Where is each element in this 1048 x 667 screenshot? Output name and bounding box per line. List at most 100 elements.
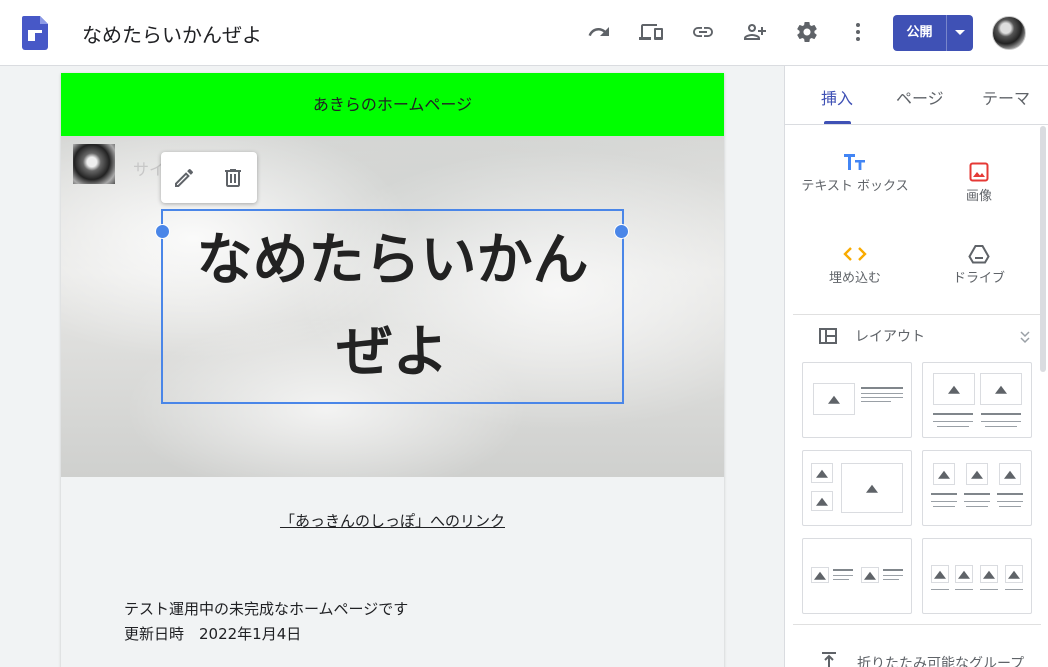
link-icon[interactable]: [691, 20, 715, 44]
layout-line: [1005, 589, 1023, 590]
active-tab-indicator: [824, 121, 851, 124]
layout-line: [955, 589, 973, 590]
layout-image-placeholder: [811, 491, 833, 511]
layout-line: [966, 506, 988, 507]
settings-gear-icon[interactable]: [795, 20, 819, 44]
layout-image-placeholder: [966, 463, 988, 485]
insert-drive[interactable]: ドライブ: [919, 241, 1039, 285]
section-divider: [793, 624, 1041, 625]
layout-line: [933, 506, 955, 507]
layout-option-1[interactable]: [802, 362, 912, 438]
account-avatar[interactable]: [992, 16, 1026, 50]
layout-image-placeholder: [980, 373, 1022, 405]
hero-section[interactable]: サイ なめたらいかんぜよ: [61, 136, 724, 477]
publish-button-group: 公開: [893, 15, 973, 51]
layout-line: [933, 413, 973, 415]
layout-option-6[interactable]: [922, 538, 1032, 614]
layout-line: [985, 426, 1017, 427]
google-sites-logo[interactable]: [22, 16, 48, 50]
layout-image-placeholder: [811, 463, 833, 483]
layout-line: [999, 506, 1021, 507]
resize-handle-left[interactable]: [155, 224, 170, 239]
layout-option-4[interactable]: [922, 450, 1032, 526]
layout-line: [997, 501, 1023, 502]
element-edit-toolbar: [161, 152, 257, 203]
preview-devices-icon[interactable]: [639, 20, 663, 44]
layout-image-placeholder: [813, 383, 855, 415]
layout-line: [861, 387, 903, 389]
layout-image-placeholder: [980, 565, 998, 583]
panel-tabs: 挿入 ページ テーマ: [785, 66, 1048, 125]
layout-option-3[interactable]: [802, 450, 912, 526]
layout-image-placeholder: [999, 463, 1021, 485]
hero-title[interactable]: なめたらいかんぜよ: [163, 215, 622, 399]
share-add-person-icon[interactable]: [743, 20, 767, 44]
layout-line: [980, 589, 998, 590]
tab-pages[interactable]: ページ: [896, 85, 944, 109]
insert-collapsible-group[interactable]: 折りたたみ可能なグループ: [857, 653, 1024, 667]
publish-button[interactable]: 公開: [893, 15, 947, 51]
layout-line: [937, 426, 969, 427]
more-vert-icon[interactable]: [846, 20, 870, 44]
text-box-icon: [844, 154, 865, 170]
layout-line: [833, 569, 853, 571]
insert-item-label: 埋め込む: [828, 271, 881, 286]
layout-line: [861, 397, 903, 398]
top-bar: なめたらいかんぜよ 公開: [0, 0, 1048, 66]
side-panel: 挿入 ページ テーマ テキスト ボックス 画像 埋め込む ドライブ レイアウト: [784, 66, 1048, 667]
layout-image-placeholder: [955, 565, 973, 583]
drive-icon: [968, 245, 990, 264]
layout-line: [931, 493, 957, 495]
layout-line: [981, 413, 1021, 415]
resize-handle-right[interactable]: [614, 224, 629, 239]
section-divider: [793, 314, 1041, 315]
insert-item-label: ドライブ: [952, 271, 1005, 286]
layout-image-placeholder: [933, 463, 955, 485]
layout-option-2[interactable]: [922, 362, 1032, 438]
body-text-line: 更新日時 2022年1月4日: [124, 625, 302, 643]
body-text-line: テスト運用中の未完成なホームページです: [124, 600, 409, 618]
layout-line: [964, 501, 990, 502]
site-page: あきらのホームページ サイ なめたらいかんぜよ 「あっきんのしっぽ」へのリンク …: [61, 73, 724, 667]
insert-embed[interactable]: 埋め込む: [795, 241, 915, 285]
collapse-chevrons-icon[interactable]: [1019, 330, 1031, 344]
insert-item-label: テキスト ボックス: [801, 179, 909, 194]
tab-themes[interactable]: テーマ: [982, 85, 1030, 109]
undo-icon[interactable]: [535, 20, 559, 44]
insert-item-label: 画像: [965, 189, 992, 204]
edit-pencil-icon[interactable]: [172, 166, 196, 190]
layout-image-placeholder: [811, 567, 829, 583]
layout-image-placeholder: [933, 373, 975, 405]
insert-image[interactable]: 画像: [919, 159, 1039, 203]
layout-line: [981, 421, 1021, 422]
publish-options-caret-icon[interactable]: [947, 15, 973, 51]
site-logo-image[interactable]: [73, 144, 115, 184]
delete-trash-icon[interactable]: [221, 166, 245, 190]
layout-line: [861, 401, 891, 402]
layout-option-5[interactable]: [802, 538, 912, 614]
layout-icon: [819, 328, 837, 344]
layout-line: [933, 421, 973, 422]
layout-line: [833, 575, 853, 576]
document-title[interactable]: なめたらいかんぜよ: [82, 19, 262, 48]
redo-icon[interactable]: [587, 20, 611, 44]
selected-title-textbox[interactable]: なめたらいかんぜよ: [161, 209, 624, 404]
layout-image-placeholder: [841, 463, 903, 513]
image-icon: [969, 162, 989, 182]
site-link[interactable]: 「あっきんのしっぽ」へのリンク: [61, 510, 724, 531]
layout-image-placeholder: [931, 565, 949, 583]
editor-canvas: あきらのホームページ サイ なめたらいかんぜよ 「あっきんのしっぽ」へのリンク …: [0, 66, 784, 667]
layout-line: [833, 579, 849, 580]
tab-insert[interactable]: 挿入: [821, 85, 853, 109]
body-text-block[interactable]: テスト運用中の未完成なホームページです 更新日時 2022年1月4日: [124, 597, 408, 647]
layout-line: [997, 493, 1023, 495]
insert-text-box[interactable]: テキスト ボックス: [795, 149, 915, 193]
layout-line: [861, 393, 903, 394]
collapsible-group-icon: [822, 652, 836, 667]
panel-scrollbar[interactable]: [1040, 126, 1046, 372]
layout-line: [964, 493, 990, 495]
layout-line: [883, 579, 899, 580]
layout-image-placeholder: [1005, 565, 1023, 583]
layout-line: [931, 501, 957, 502]
site-header-banner[interactable]: あきらのホームページ: [61, 73, 724, 136]
